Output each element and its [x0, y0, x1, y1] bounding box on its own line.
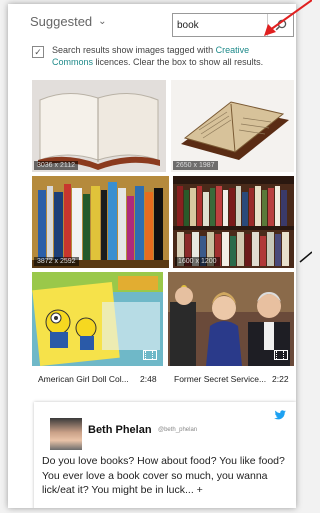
image-result-old-book[interactable]: 2650 x 1987	[171, 80, 294, 172]
video-duration: 2:22	[272, 374, 289, 384]
old-book-image	[171, 80, 294, 172]
tweet-handle: @beth_phelan	[158, 427, 198, 433]
search-header: Suggested ⌄	[8, 4, 296, 42]
avatar	[50, 418, 82, 450]
search-icon	[275, 19, 286, 31]
image-result-bookshelf-library[interactable]: 1600 x 1200	[173, 176, 294, 268]
library-shelf-image	[173, 176, 294, 268]
tweet-text: Do you love books? How about food? You l…	[42, 455, 285, 496]
image-result-bookshelf-colorful[interactable]: 3872 x 2592	[32, 176, 169, 268]
tweet-author[interactable]: Beth Phelan	[88, 424, 152, 436]
search-panel: Suggested ⌄ ✓ Search results show images…	[8, 4, 296, 508]
twitter-bird-icon	[274, 410, 286, 420]
search-input[interactable]	[173, 16, 267, 34]
image-dimensions: 3036 x 2112	[34, 161, 79, 170]
chevron-down-icon: ⌄	[98, 16, 107, 27]
video-icon	[143, 350, 157, 360]
video-duration: 2:48	[140, 374, 157, 384]
video-icon	[274, 350, 288, 360]
bookshelf-image	[32, 176, 169, 268]
filter-label: Suggested	[30, 14, 93, 29]
video-result-coloring-book[interactable]	[32, 272, 163, 366]
cc-notice-prefix: Search results show images tagged with	[52, 45, 216, 55]
video-result-secret-service[interactable]	[168, 272, 294, 366]
image-dimensions: 2650 x 1987	[173, 161, 218, 170]
tweet-card[interactable]: Beth Phelan @beth_phelan Do you love boo…	[34, 402, 296, 508]
video-title[interactable]: Former Secret Service...	[174, 374, 266, 384]
image-dimensions: 3872 x 2592	[34, 257, 79, 266]
video-title[interactable]: American Girl Doll Col...	[38, 374, 129, 384]
search-button[interactable]	[267, 14, 293, 36]
image-result-open-book[interactable]: 3036 x 2112	[32, 80, 166, 172]
cc-checkbox[interactable]: ✓	[32, 46, 44, 58]
creative-commons-filter: ✓ Search results show images tagged with…	[32, 44, 290, 68]
search-box	[172, 13, 294, 37]
image-dimensions: 1600 x 1200	[175, 257, 220, 266]
filter-dropdown[interactable]: Suggested ⌄	[30, 14, 107, 29]
open-book-image	[32, 80, 166, 172]
cc-notice-text: Search results show images tagged with C…	[52, 44, 290, 68]
cc-notice-suffix: licences. Clear the box to show all resu…	[93, 57, 264, 67]
close-button[interactable]	[294, 12, 296, 32]
